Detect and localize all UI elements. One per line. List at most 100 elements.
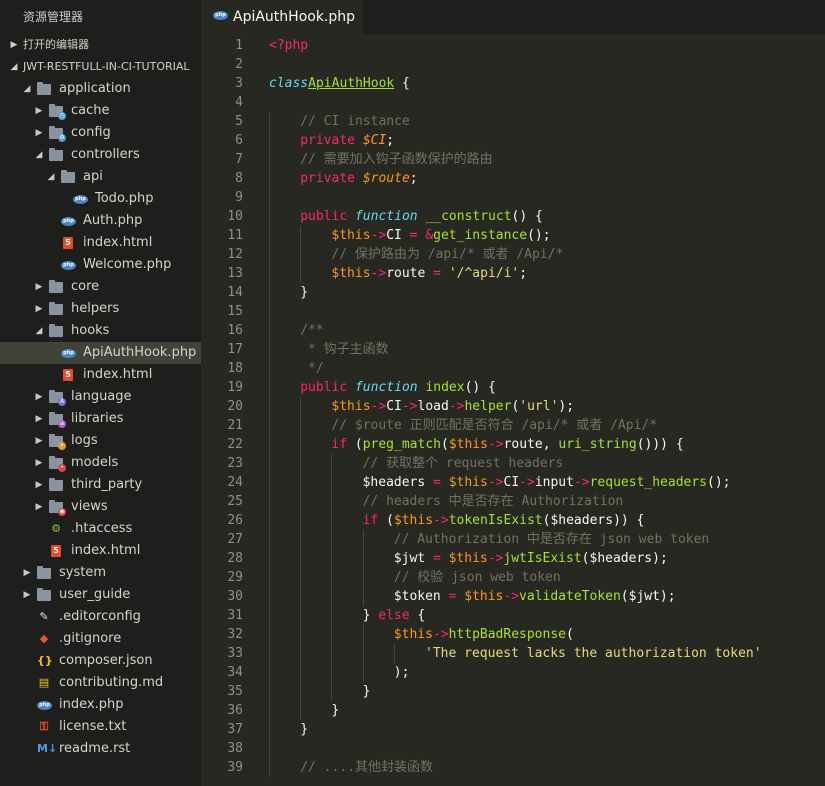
- folder-third-party[interactable]: ▶ third_party: [0, 474, 201, 496]
- folder-icon: [49, 302, 63, 315]
- chevron-right-icon: ▶: [35, 480, 43, 490]
- line-number: 4: [235, 95, 243, 110]
- folder-views-icon: ◉: [49, 500, 66, 516]
- code-token: public: [300, 380, 348, 395]
- file-license-txt[interactable]: ⚿ license.txt: [0, 716, 201, 738]
- line-number: 2: [235, 57, 243, 72]
- chevron-right-icon: ▶: [35, 128, 43, 138]
- folder-system[interactable]: ▶ system: [0, 562, 201, 584]
- project-section[interactable]: ◢ JWT-RESTFULL-IN-CI-TUTORIAL: [0, 56, 201, 78]
- folder-icon: [61, 170, 75, 183]
- file-welcome-php[interactable]: php Welcome.php: [0, 254, 201, 276]
- line-number: 31: [227, 608, 243, 623]
- file-auth-php[interactable]: php Auth.php: [0, 210, 201, 232]
- code-token: httpBadResponse: [448, 627, 566, 642]
- code-editor[interactable]: 1 <?php 2 3 classApiAuthHook {4 5// CI instan…: [201, 34, 825, 786]
- chevron-right-icon: ▶: [35, 106, 43, 116]
- tree-item-label: hooks: [71, 323, 110, 338]
- code-token: );: [558, 399, 575, 414]
- folder-core[interactable]: ▶ core: [0, 276, 201, 298]
- folder-language[interactable]: ▶ Alanguage: [0, 386, 201, 408]
- code-line: <?php: [269, 36, 308, 55]
- code-token: ->: [433, 513, 449, 528]
- file-editorconfig[interactable]: ✎ .editorconfig: [0, 606, 201, 628]
- indent-guide: [362, 625, 364, 682]
- tree-item-label: readme.rst: [59, 741, 131, 756]
- code-token: ->: [487, 437, 504, 452]
- line-number: 34: [227, 665, 243, 680]
- html5-icon: 5: [61, 237, 75, 249]
- line-number: 28: [227, 551, 243, 566]
- code-token: uri_string: [558, 437, 637, 452]
- file-gitignore[interactable]: ◆ .gitignore: [0, 628, 201, 650]
- code-token: tokenIsExist: [448, 513, 543, 528]
- chevron-down-icon: ◢: [35, 326, 43, 336]
- folder-logs[interactable]: ▶ • logs: [0, 430, 201, 452]
- folder-hooks[interactable]: ◢ hooks: [0, 320, 201, 342]
- chevron-down-icon: ◢: [47, 172, 55, 182]
- folder-cache[interactable]: ▶ ◷ cache: [0, 100, 201, 122]
- line-number: 24: [227, 475, 243, 490]
- code-line: if ($this->tokenIsExist($headers)) {: [363, 511, 645, 530]
- file-index-html[interactable]: 5 index.html: [0, 364, 201, 386]
- folder-language-icon: A: [49, 390, 66, 406]
- code-token: ->: [487, 551, 504, 566]
- tree-item-label: views: [71, 499, 108, 514]
- line-number: 13: [227, 266, 243, 281]
- open-editors-section[interactable]: ▶ 打开的编辑器: [0, 34, 201, 56]
- tree-item-label: language: [71, 389, 132, 404]
- code-line: * 钩子主函数: [300, 340, 389, 359]
- code-token: (: [440, 437, 449, 452]
- code-token: ())) {: [636, 437, 684, 452]
- code-token: class: [269, 76, 309, 91]
- chevron-down-icon: ◢: [35, 150, 43, 160]
- code-token: }: [300, 722, 309, 737]
- line-number: 37: [227, 722, 243, 737]
- file-index-php[interactable]: php index.php: [0, 694, 201, 716]
- code-token: ();: [527, 228, 551, 243]
- file-apiauthhook-php[interactable]: php ApiAuthHook.php: [0, 342, 201, 364]
- file-readme-rst[interactable]: M↓ readme.rst: [0, 738, 201, 760]
- file-contributing-md[interactable]: ▤ contributing.md: [0, 672, 201, 694]
- code-token: $jwt: [393, 551, 433, 566]
- folder-models-icon: •: [49, 456, 66, 472]
- file-index-html[interactable]: 5 index.html: [0, 232, 201, 254]
- indent-guide: [300, 226, 302, 283]
- file-htaccess[interactable]: ⚙ .htaccess: [0, 518, 201, 540]
- code-token: ->: [370, 399, 387, 414]
- indent-guide: [269, 112, 270, 777]
- folder-api[interactable]: ◢ api: [0, 166, 201, 188]
- file-composer-json[interactable]: {} composer.json: [0, 650, 201, 672]
- code-token: ->: [432, 627, 449, 642]
- folder-application[interactable]: ◢ application: [0, 78, 201, 100]
- code-line: 'The request lacks the authorization tok…: [425, 644, 762, 663]
- code-token: () {: [464, 380, 496, 395]
- folder-icon: [49, 478, 63, 491]
- tab-apiauthhook[interactable]: php ApiAuthHook.php: [201, 0, 363, 34]
- folder-models[interactable]: ▶ • models: [0, 452, 201, 474]
- tree-item-label: controllers: [71, 147, 140, 162]
- file-todo-php[interactable]: php Todo.php: [0, 188, 201, 210]
- tab-label: ApiAuthHook.php: [233, 9, 356, 25]
- code-token: $route: [362, 171, 410, 186]
- chevron-right-icon: ▶: [23, 568, 31, 578]
- chevron-down-icon: ◢: [23, 84, 31, 94]
- folder-libraries[interactable]: ▶ ≡ libraries: [0, 408, 201, 430]
- tree-item-label: ApiAuthHook.php: [83, 345, 197, 360]
- folder-user-guide[interactable]: ▶ user_guide: [0, 584, 201, 606]
- folder-controllers[interactable]: ◢ controllers: [0, 144, 201, 166]
- code-line: // 需要加入钩子函数保护的路由: [300, 150, 492, 169]
- code-token: ($headers);: [581, 551, 668, 566]
- code-token: // 获取整个 request headers: [362, 456, 564, 471]
- line-number: 7: [235, 152, 243, 167]
- folder-helpers[interactable]: ▶ helpers: [0, 298, 201, 320]
- explorer-sidebar: 资源管理器 ▶ 打开的编辑器 ◢ JWT-RESTFULL-IN-CI-TUTO…: [0, 0, 201, 786]
- tree-item-label: api: [83, 169, 103, 184]
- file-index-html[interactable]: 5 index.html: [0, 540, 201, 562]
- code-token: route: [386, 266, 434, 281]
- line-number: 22: [227, 437, 243, 452]
- code-token: // 校验 json web token: [393, 570, 561, 585]
- folder-views[interactable]: ▶ ◉ views: [0, 496, 201, 518]
- folder-config[interactable]: ▶ ⚙ config: [0, 122, 201, 144]
- php-icon: php: [61, 347, 76, 359]
